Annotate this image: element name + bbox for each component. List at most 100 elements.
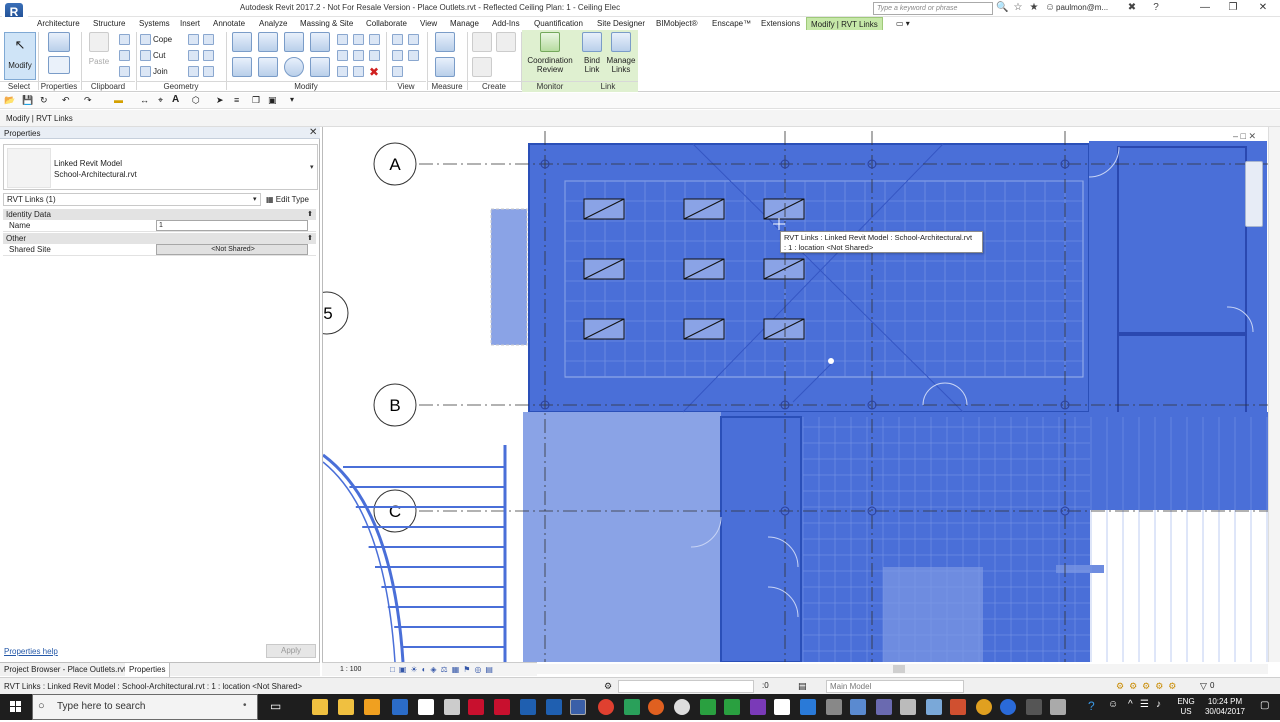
visual-studio-icon[interactable]: [750, 699, 766, 715]
create-assembly-button[interactable]: [472, 32, 492, 52]
tab-insert[interactable]: Insert: [180, 17, 200, 30]
tab-structure[interactable]: Structure: [93, 17, 125, 30]
app-icon[interactable]: [950, 699, 966, 715]
edit-type-button[interactable]: ▦ Edit Type: [266, 193, 318, 206]
match-type-icon[interactable]: [119, 66, 130, 77]
navigation-bar[interactable]: [1245, 161, 1263, 227]
cut-geometry-icon[interactable]: [140, 50, 151, 61]
tab-modify-rvt-links[interactable]: Modify | RVT Links: [806, 17, 883, 30]
cope-label[interactable]: Cope: [153, 35, 172, 44]
shared-site-button[interactable]: <Not Shared>: [156, 244, 308, 255]
language-indicator[interactable]: ENG US: [1174, 697, 1198, 717]
task-view-icon[interactable]: ▭: [270, 699, 281, 713]
trim-extend-icon[interactable]: [337, 66, 348, 77]
instance-filter-dropdown[interactable]: RVT Links (1) ▾: [3, 193, 261, 206]
array-icon[interactable]: [337, 50, 348, 61]
settings-icon[interactable]: [674, 699, 690, 715]
close-window-button[interactable]: ✕: [1248, 0, 1278, 16]
copy-icon[interactable]: [119, 50, 130, 61]
network-icon[interactable]: ☰: [1140, 699, 1149, 710]
chevron-up-icon[interactable]: ^: [1128, 699, 1133, 710]
tab-site-designer[interactable]: Site Designer: [597, 17, 645, 30]
tab-manage[interactable]: Manage: [450, 17, 479, 30]
ribbon-minimize-icon[interactable]: ▭ ▾: [896, 17, 910, 30]
autocad-icon[interactable]: [468, 699, 484, 715]
print-icon[interactable]: ▬: [114, 95, 123, 105]
outlook-icon[interactable]: [392, 699, 408, 715]
cut-label[interactable]: Cut: [153, 51, 165, 60]
app-icon[interactable]: [826, 699, 842, 715]
mirror-axis-button[interactable]: [283, 32, 305, 52]
clock[interactable]: 10:24 PM 30/04/2017: [1200, 697, 1250, 717]
chevron-down-icon[interactable]: ▾: [310, 163, 314, 171]
tab-systems[interactable]: Systems: [139, 17, 170, 30]
tab-annotate[interactable]: Annotate: [213, 17, 245, 30]
file-explorer-icon[interactable]: [312, 699, 328, 715]
scrollbar-thumb[interactable]: [893, 665, 905, 673]
drag-grip[interactable]: [828, 358, 834, 364]
workset-dropdown[interactable]: [618, 680, 754, 693]
apply-button[interactable]: Apply: [266, 644, 316, 658]
filter-icon[interactable]: ▽: [1200, 681, 1207, 692]
measure-qat-icon[interactable]: ↔: [140, 95, 149, 105]
split-gap-icon[interactable]: [353, 34, 364, 45]
panel-select-label[interactable]: Select: [0, 81, 38, 91]
minimize-button[interactable]: —: [1190, 0, 1220, 16]
aligned-dimension-button[interactable]: [434, 57, 456, 77]
linework-icon[interactable]: [392, 50, 403, 61]
create-group-button[interactable]: [472, 57, 492, 77]
user-account-name[interactable]: paulmon@m...: [1056, 3, 1108, 12]
redo-icon[interactable]: ↷: [84, 95, 92, 106]
help-icon[interactable]: ?: [1150, 2, 1162, 14]
app-icon[interactable]: [800, 699, 816, 715]
folder-icon[interactable]: [364, 699, 380, 715]
modify-button[interactable]: ↖ Modify: [4, 32, 36, 80]
tab-quantification[interactable]: Quantification: [534, 17, 583, 30]
customize-qat-icon[interactable]: ▾: [290, 95, 294, 104]
autocad-icon[interactable]: [494, 699, 510, 715]
cut-icon[interactable]: [119, 34, 130, 45]
hide-in-view-icon[interactable]: [392, 34, 403, 45]
trim-button[interactable]: [309, 57, 331, 77]
join-icon[interactable]: [140, 66, 151, 77]
view-control-icons[interactable]: □▣☀◐◈⚖▦⚑◎▤: [390, 665, 497, 674]
scale-icon[interactable]: [353, 50, 364, 61]
exchange-apps-icon[interactable]: ✖: [1126, 2, 1138, 14]
unpin-icon[interactable]: [369, 34, 380, 45]
pin-icon[interactable]: [369, 50, 380, 61]
offset-button[interactable]: [257, 32, 279, 52]
name-field[interactable]: 1: [156, 220, 308, 231]
microphone-icon[interactable]: •: [243, 700, 247, 711]
section-icon[interactable]: ➤: [216, 95, 224, 106]
app-icon[interactable]: [850, 699, 866, 715]
properties-help-link[interactable]: Properties help: [4, 647, 58, 656]
demolish-icon[interactable]: [203, 50, 214, 61]
collapse-icon[interactable]: ⬆: [307, 209, 313, 220]
drawing-area[interactable]: A B C 5 – □ ✕: [322, 127, 1268, 662]
revit-active-icon[interactable]: [570, 699, 586, 715]
measure-button[interactable]: [434, 32, 456, 52]
revit-icon[interactable]: [546, 699, 562, 715]
tab-add-ins[interactable]: Add-Ins: [492, 17, 520, 30]
tab-properties[interactable]: Properties: [125, 663, 171, 677]
app-icon[interactable]: [876, 699, 892, 715]
open-icon[interactable]: 📂: [4, 95, 15, 106]
view-filter-icon[interactable]: [408, 50, 419, 61]
bind-link-button[interactable]: Bind Link: [579, 32, 605, 74]
dimension-qat-icon[interactable]: ⌖: [158, 95, 163, 106]
coordination-review-button[interactable]: Coordination Review: [525, 32, 575, 74]
tab-project-browser[interactable]: Project Browser - Place Outlets.rvt: [0, 663, 132, 677]
text-icon[interactable]: A: [172, 94, 179, 105]
type-selector[interactable]: Linked Revit Model School-Architectural.…: [3, 144, 318, 190]
app-icon[interactable]: [444, 699, 460, 715]
override-graphics-icon[interactable]: [408, 34, 419, 45]
trim-multiple-icon[interactable]: [353, 66, 364, 77]
tab-extensions[interactable]: Extensions: [761, 17, 800, 30]
help-search-input[interactable]: Type a keyword or phrase: [873, 2, 993, 15]
tab-collaborate[interactable]: Collaborate: [366, 17, 407, 30]
switch-windows-icon[interactable]: ▣: [268, 95, 277, 106]
move-button[interactable]: [231, 57, 253, 77]
app-icon[interactable]: [900, 699, 916, 715]
drive-icon[interactable]: [624, 699, 640, 715]
camtasia-icon[interactable]: [700, 699, 716, 715]
